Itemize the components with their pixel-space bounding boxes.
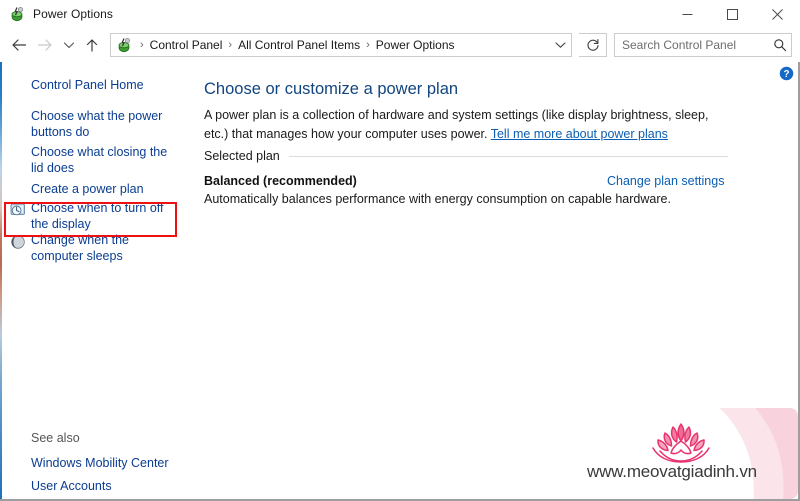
breadcrumb: › Control Panel › All Control Panel Item… [137,38,549,52]
title-bar: Power Options [0,0,800,28]
content-pane: ? Choose or customize a power plan A pow… [198,62,798,499]
section-divider [288,155,728,157]
breadcrumb-separator: › [140,38,144,51]
sidebar-item-power-buttons[interactable]: Choose what the power buttons do [31,108,171,140]
power-options-window: Power Options › Control Panel › All Cont… [0,0,800,501]
back-button[interactable] [6,30,32,60]
search-input[interactable] [615,37,769,53]
sidebar-item-label: Choose what closing the lid does [31,145,168,175]
chevron-down-icon[interactable] [549,34,571,56]
search-box[interactable] [614,33,792,57]
maximize-button[interactable] [710,0,755,28]
help-question-icon[interactable]: ? [779,66,794,81]
sidebar-item-create-power-plan[interactable]: Create a power plan [31,181,181,197]
sidebar-item-label: Change when the computer sleeps [31,233,129,263]
tell-me-more-link[interactable]: Tell me more about power plans [491,127,668,141]
plan-name: Balanced (recommended) [204,174,357,188]
forward-button[interactable] [32,30,58,60]
display-clock-icon [10,202,26,218]
sidebar-item-turn-off-display[interactable]: Choose when to turn off the display [31,200,181,232]
plan-description: Automatically balances performance with … [204,192,671,206]
page-title: Choose or customize a power plan [204,80,459,98]
breadcrumb-separator: › [228,38,233,51]
close-button[interactable] [755,0,800,28]
see-also-link-windows-mobility-center[interactable]: Windows Mobility Center [31,455,169,471]
control-panel-icon [116,37,132,53]
sidebar-item-label: Create a power plan [31,182,144,196]
selected-plan-section-header: Selected plan [204,149,728,163]
see-also-heading: See also [31,430,80,446]
see-also-link-label: User Accounts [31,479,112,493]
page-description: A power plan is a collection of hardware… [204,106,709,144]
sidebar-item-control-panel-home[interactable]: Control Panel Home [31,77,181,93]
sidebar-item-computer-sleeps[interactable]: Change when the computer sleeps [31,232,181,264]
change-plan-settings-link[interactable]: Change plan settings [607,174,724,188]
breadcrumb-item-control-panel[interactable]: Control Panel [147,38,226,52]
see-also-heading-label: See also [31,431,80,445]
up-button[interactable] [80,30,104,60]
see-also-link-user-accounts[interactable]: User Accounts [31,478,112,494]
recent-locations-button[interactable] [58,30,80,60]
power-plug-icon [9,6,25,22]
sleep-moon-icon [10,234,26,250]
section-label: Selected plan [204,149,280,163]
navigation-bar: › Control Panel › All Control Panel Item… [0,28,800,62]
minimize-button[interactable] [665,0,710,28]
svg-text:?: ? [783,69,789,80]
breadcrumb-item-power-options[interactable]: Power Options [373,38,458,52]
sidebar-item-label: Choose when to turn off the display [31,201,164,231]
refresh-button[interactable] [579,33,607,57]
sidebar-item-closing-lid[interactable]: Choose what closing the lid does [31,144,171,176]
breadcrumb-item-all-items[interactable]: All Control Panel Items [235,38,363,52]
breadcrumb-separator: › [366,38,370,51]
sidebar-item-label: Choose what the power buttons do [31,109,163,139]
window-title: Power Options [33,7,114,21]
sidebar-item-label: Control Panel Home [31,78,144,92]
window-controls [665,0,800,28]
see-also-link-label: Windows Mobility Center [31,456,169,470]
sidebar: Control Panel Home Choose what the power… [2,62,198,499]
address-bar[interactable]: › Control Panel › All Control Panel Item… [110,33,572,57]
search-icon[interactable] [769,34,791,56]
